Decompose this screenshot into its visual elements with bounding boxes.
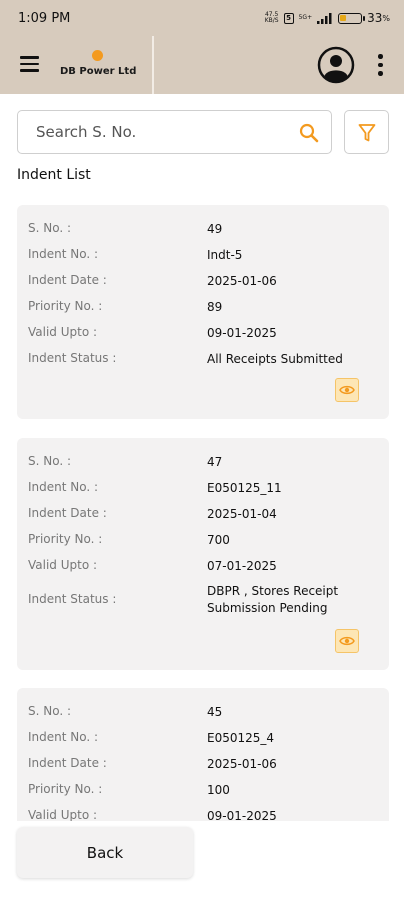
s-no-label: S. No. : [28, 704, 72, 718]
view-button[interactable] [335, 629, 359, 653]
indent-date-value: 2025-01-06 [207, 757, 277, 771]
status-icons: 47.5 KB/S 5 5G+ 33% [264, 11, 390, 25]
priority-no-label: Priority No. : [28, 299, 103, 313]
more-vert-icon[interactable] [376, 54, 384, 76]
indent-date-value: 2025-01-06 [207, 274, 277, 288]
valid-upto-label: Valid Upto : [28, 558, 98, 572]
search-input[interactable] [36, 111, 286, 153]
priority-no-label: Priority No. : [28, 782, 103, 796]
priority-no-value: 100 [207, 783, 230, 797]
hamburger-menu-icon[interactable] [20, 56, 39, 72]
network-speed: 47.5 KB/S [264, 11, 279, 24]
s-no-value: 49 [207, 222, 223, 236]
search-icon[interactable] [299, 123, 319, 143]
indent-no-label: Indent No. : [28, 247, 99, 261]
section-title: Indent List [17, 167, 91, 183]
valid-upto-label: Valid Upto : [28, 808, 98, 821]
filter-button[interactable] [344, 110, 389, 154]
status-time: 1:09 PM [18, 11, 71, 26]
indent-no-value: E050125_4 [207, 731, 275, 745]
indent-status-label: Indent Status : [28, 351, 117, 365]
sim-icon: 5 [283, 12, 294, 24]
indent-date-label: Indent Date : [28, 506, 107, 520]
s-no-value: 45 [207, 705, 223, 719]
indent-no-label: Indent No. : [28, 480, 99, 494]
indent-no-value: E050125_11 [207, 481, 282, 495]
valid-upto-value: 09-01-2025 [207, 326, 277, 340]
battery-percent: 33 [367, 11, 383, 25]
logo-text: DB Power Ltd [60, 66, 137, 77]
indent-date-label: Indent Date : [28, 756, 107, 770]
view-button[interactable] [335, 378, 359, 402]
filter-icon [358, 124, 376, 142]
indent-card: S. No. : 49 Indent No. : Indt-5 Indent Dat… [17, 205, 389, 419]
account-icon[interactable] [317, 46, 355, 84]
indent-date-value: 2025-01-04 [207, 507, 277, 521]
indent-no-value: Indt-5 [207, 248, 243, 262]
valid-upto-label: Valid Upto : [28, 325, 98, 339]
priority-no-value: 89 [207, 300, 223, 314]
eye-icon [339, 636, 355, 646]
app-bar: DB Power Ltd [0, 36, 404, 94]
indent-status-value: DBPR , Stores Receipt Submission Pending [207, 584, 339, 615]
valid-upto-value: 09-01-2025 [207, 809, 277, 821]
s-no-label: S. No. : [28, 221, 72, 235]
indent-list[interactable]: S. No. : 49 Indent No. : Indt-5 Indent Dat… [0, 198, 404, 821]
search-box[interactable] [17, 110, 332, 154]
divider [152, 36, 154, 94]
logo: DB Power Ltd [58, 48, 150, 84]
indent-card: S. No. : 47 Indent No. : E050125_11 Indent… [17, 438, 389, 670]
back-button[interactable]: Back [17, 827, 193, 878]
eye-icon [339, 385, 355, 395]
priority-no-value: 700 [207, 533, 230, 547]
indent-date-label: Indent Date : [28, 273, 107, 287]
priority-no-label: Priority No. : [28, 532, 103, 546]
s-no-value: 47 [207, 455, 223, 469]
network-type: 5G+ [298, 14, 313, 21]
indent-no-label: Indent No. : [28, 730, 99, 744]
s-no-label: S. No. : [28, 454, 72, 468]
indent-card: S. No. : 45 Indent No. : E050125_4 Indent … [17, 688, 389, 821]
signal-icon [317, 12, 332, 24]
valid-upto-value: 07-01-2025 [207, 559, 277, 573]
logo-dot [92, 50, 103, 61]
indent-status-value: All Receipts Submitted [207, 352, 343, 366]
status-bar: 1:09 PM 47.5 KB/S 5 5G+ 33% [0, 0, 404, 36]
battery-icon [338, 12, 366, 24]
indent-status-label: Indent Status : [28, 592, 117, 606]
